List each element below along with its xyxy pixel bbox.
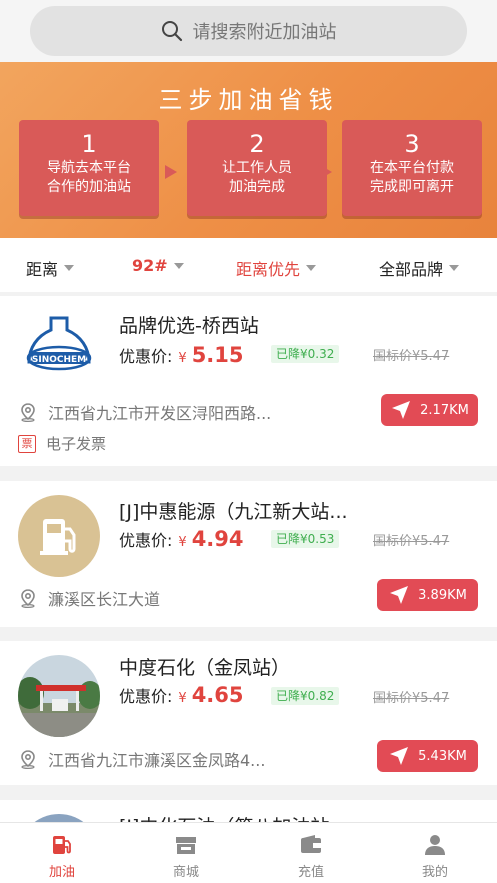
discount-badge: 已降¥0.53 — [271, 530, 340, 548]
tab-profile[interactable]: 我的 — [395, 833, 475, 880]
station-name: 品牌优选-桥西站 — [119, 315, 259, 337]
navigation-arrow-icon — [390, 747, 409, 765]
caret-down-icon — [64, 265, 75, 271]
tab-store[interactable]: 商城 — [146, 833, 226, 880]
price-label: 优惠价: — [119, 687, 173, 706]
discount-price: 4.65 — [191, 683, 244, 707]
search-placeholder: 请搜索附近加油站 — [192, 22, 337, 43]
wallet-icon — [301, 835, 321, 853]
fuel-icon — [53, 836, 71, 854]
price-row: 优惠价: ¥ 4.65 — [119, 683, 244, 707]
tab-label: 我的 — [421, 865, 448, 880]
invoice-tag: 票 电子发票 — [18, 433, 106, 454]
tab-recharge[interactable]: 充值 — [271, 833, 351, 880]
price-label: 优惠价: — [119, 347, 173, 366]
step-text-line2: 加油完成 — [229, 179, 285, 195]
step-number: 2 — [249, 130, 265, 158]
discount-price: 4.94 — [191, 527, 244, 551]
station-address: 濂溪区长江大道 — [18, 586, 160, 610]
caret-down-icon — [449, 265, 460, 271]
tab-fuel[interactable]: 加油 — [22, 833, 102, 880]
search-bar[interactable]: 请搜索附近加油站 — [30, 6, 467, 56]
station-address: 江西省九江市濂溪区金凤路4... — [18, 747, 265, 771]
distance-text: 3.89KM — [418, 587, 467, 603]
station-card[interactable]: 中度石化（金凤站） 优惠价: ¥ 4.65 已降¥0.82 国标价¥5.47 江… — [0, 641, 497, 785]
caret-down-icon — [306, 265, 317, 271]
step-number: 1 — [81, 130, 97, 158]
filter-sort[interactable]: 距离优先 — [236, 256, 317, 280]
filter-label: 距离优先 — [236, 260, 301, 279]
step-text-line1: 在本平台付款 — [370, 160, 454, 176]
price-row: 优惠价: ¥ 4.94 — [119, 527, 244, 551]
discount-price: 5.15 — [191, 343, 244, 367]
filter-distance[interactable]: 距离 — [26, 256, 75, 280]
address-text: 濂溪区长江大道 — [48, 590, 161, 609]
station-photo — [18, 655, 100, 737]
distance-text: 2.17KM — [420, 402, 469, 418]
fuel-pump-icon — [18, 495, 100, 577]
station-card[interactable]: SINOCHEM 品牌优选-桥西站 优惠价: ¥ 5.15 已降¥0.32 国标… — [0, 296, 497, 466]
step-text-line1: 导航去本平台 — [47, 160, 131, 176]
filter-label: 全部品牌 — [379, 260, 444, 279]
discount-badge: 已降¥0.82 — [271, 687, 340, 705]
step-text-line2: 合作的加油站 — [47, 179, 131, 195]
price-row: 优惠价: ¥ 5.15 — [119, 343, 244, 367]
standard-price: 国标价¥5.47 — [373, 349, 450, 364]
store-icon — [176, 837, 196, 854]
bottom-tab-bar: 加油 商城 充值 我的 — [0, 822, 497, 883]
navigation-arrow-icon — [392, 401, 411, 419]
navigate-distance-button[interactable]: 3.89KM — [377, 579, 478, 611]
station-name: 中度石化（金凤站） — [119, 657, 291, 679]
sinochem-logo: SINOCHEM — [18, 306, 100, 388]
address-text: 江西省九江市濂溪区金凤路4... — [48, 751, 266, 770]
currency-symbol: ¥ — [178, 351, 187, 366]
invoice-label: 电子发票 — [46, 435, 107, 453]
filter-bar: 距离 92# 距离优先 全部品牌 — [0, 238, 497, 292]
svg-text:SINOCHEM: SINOCHEM — [32, 355, 86, 365]
step-number: 3 — [404, 130, 420, 158]
step-arrow-icon — [165, 165, 177, 179]
address-text: 江西省九江市开发区浔阳西路... — [48, 404, 272, 423]
filter-label: 距离 — [26, 260, 59, 279]
currency-symbol: ¥ — [178, 691, 187, 706]
location-pin-icon — [21, 750, 35, 769]
distance-text: 5.43KM — [418, 748, 467, 764]
location-pin-icon — [21, 589, 35, 608]
search-icon — [161, 21, 182, 42]
filter-fuel-type[interactable]: 92# — [132, 256, 184, 275]
navigate-distance-button[interactable]: 5.43KM — [377, 740, 478, 772]
currency-symbol: ¥ — [178, 535, 187, 550]
banner-title: 三步加油省钱 — [158, 86, 339, 114]
standard-price: 国标价¥5.47 — [373, 691, 450, 706]
promo-banner[interactable]: 三步加油省钱 1 导航去本平台 合作的加油站 2 让工作人员 加油完成 3 在本… — [0, 62, 497, 238]
tab-label: 充值 — [297, 865, 324, 880]
invoice-icon: 票 — [18, 434, 36, 453]
step-text-line2: 完成即可离开 — [370, 179, 454, 195]
tab-label: 加油 — [48, 865, 75, 880]
station-card[interactable]: [J]中惠能源（九江新大站... 优惠价: ¥ 4.94 已降¥0.53 国标价… — [0, 481, 497, 627]
price-label: 优惠价: — [119, 531, 173, 550]
step-text-line1: 让工作人员 — [222, 160, 292, 176]
step-2-box: 2 让工作人员 加油完成 — [187, 120, 327, 216]
discount-badge: 已降¥0.32 — [271, 345, 340, 363]
tab-label: 商城 — [172, 865, 199, 880]
step-1-box: 1 导航去本平台 合作的加油站 — [19, 120, 159, 216]
top-bar: 请搜索附近加油站 — [0, 0, 497, 62]
location-pin-icon — [21, 403, 35, 422]
step-3-box: 3 在本平台付款 完成即可离开 — [342, 120, 482, 216]
station-name: [J]中惠能源（九江新大站... — [119, 501, 348, 523]
standard-price: 国标价¥5.47 — [373, 534, 450, 549]
step-arrow-icon — [320, 165, 332, 179]
caret-down-icon — [173, 262, 184, 269]
user-icon — [425, 835, 445, 855]
filter-label: 92# — [132, 256, 168, 275]
station-address: 江西省九江市开发区浔阳西路... — [18, 400, 271, 424]
navigate-distance-button[interactable]: 2.17KM — [381, 394, 478, 426]
filter-brand[interactable]: 全部品牌 — [379, 256, 460, 280]
navigation-arrow-icon — [390, 586, 409, 604]
